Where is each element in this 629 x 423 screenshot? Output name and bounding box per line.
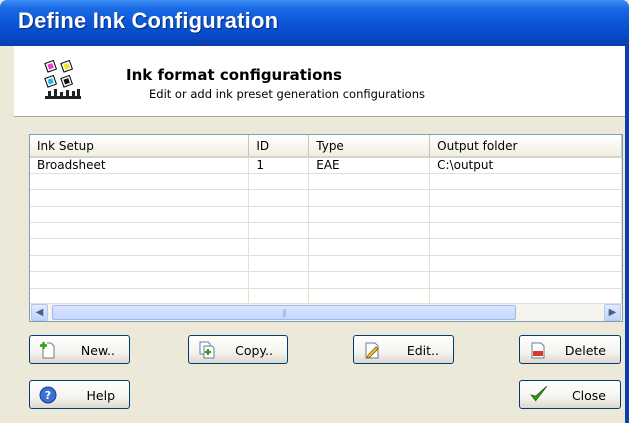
copy-document-icon bbox=[199, 341, 215, 359]
ink-setup-grid[interactable]: Ink Setup ID Type Output folder Broadshe… bbox=[29, 134, 623, 322]
empty-row bbox=[30, 271, 622, 289]
empty-row bbox=[30, 206, 622, 224]
new-document-icon bbox=[40, 342, 55, 359]
edit-pencil-icon bbox=[365, 342, 379, 359]
ink-config-icon bbox=[44, 59, 81, 99]
column-header-output-folder[interactable]: Output folder bbox=[429, 135, 622, 158]
help-button[interactable]: ? Help bbox=[29, 380, 130, 409]
table-row[interactable]: Broadsheet 1 EAE C:\output bbox=[30, 157, 622, 174]
edit-button[interactable]: Edit.. bbox=[353, 335, 454, 364]
window-right-border bbox=[625, 46, 629, 423]
scrollbar-grip-icon: ||| bbox=[281, 309, 287, 317]
dialog-header: Ink format configurations Edit or add in… bbox=[14, 46, 625, 117]
window-left-edge bbox=[0, 46, 14, 423]
window-title: Define Ink Configuration bbox=[18, 8, 279, 33]
cell-id: 1 bbox=[248, 157, 310, 174]
edit-button-label: Edit.. bbox=[406, 343, 439, 358]
empty-row bbox=[30, 222, 622, 240]
new-button[interactable]: New.. bbox=[29, 335, 130, 364]
cell-output-folder: C:\output bbox=[429, 157, 622, 174]
title-bar[interactable]: Define Ink Configuration bbox=[0, 0, 629, 46]
close-button[interactable]: Close bbox=[519, 380, 621, 409]
empty-row bbox=[30, 189, 622, 207]
empty-row bbox=[30, 238, 622, 256]
new-button-label: New.. bbox=[80, 343, 115, 358]
copy-button-label: Copy.. bbox=[235, 343, 273, 358]
delete-button-label: Delete bbox=[564, 343, 606, 358]
table-header-row: Ink Setup ID Type Output folder bbox=[30, 135, 622, 158]
scroll-right-arrow-icon[interactable]: ▶ bbox=[604, 304, 621, 321]
copy-button[interactable]: Copy.. bbox=[188, 335, 288, 364]
ink-setup-table: Ink Setup ID Type Output folder Broadshe… bbox=[30, 135, 622, 306]
scroll-left-arrow-icon[interactable]: ◀ bbox=[31, 304, 48, 321]
empty-row bbox=[30, 173, 622, 191]
empty-row bbox=[30, 255, 622, 273]
header-subtitle: Edit or add ink preset generation config… bbox=[149, 87, 425, 101]
column-header-id[interactable]: ID bbox=[248, 135, 310, 158]
header-title: Ink format configurations bbox=[126, 66, 342, 84]
column-header-ink-setup[interactable]: Ink Setup bbox=[30, 135, 250, 158]
checkmark-icon bbox=[530, 385, 548, 402]
help-question-icon: ? bbox=[39, 386, 57, 404]
horizontal-scrollbar[interactable]: ◀ ||| ▶ bbox=[30, 303, 622, 321]
svg-text:?: ? bbox=[45, 389, 51, 402]
help-button-label: Help bbox=[86, 388, 116, 403]
cell-type: EAE bbox=[308, 157, 431, 174]
cell-ink-setup: Broadsheet bbox=[30, 157, 250, 174]
delete-button[interactable]: Delete bbox=[519, 335, 621, 364]
scrollbar-thumb[interactable]: ||| bbox=[52, 305, 516, 320]
column-header-type[interactable]: Type bbox=[308, 135, 431, 158]
delete-document-icon bbox=[531, 342, 545, 359]
close-button-label: Close bbox=[571, 388, 606, 403]
